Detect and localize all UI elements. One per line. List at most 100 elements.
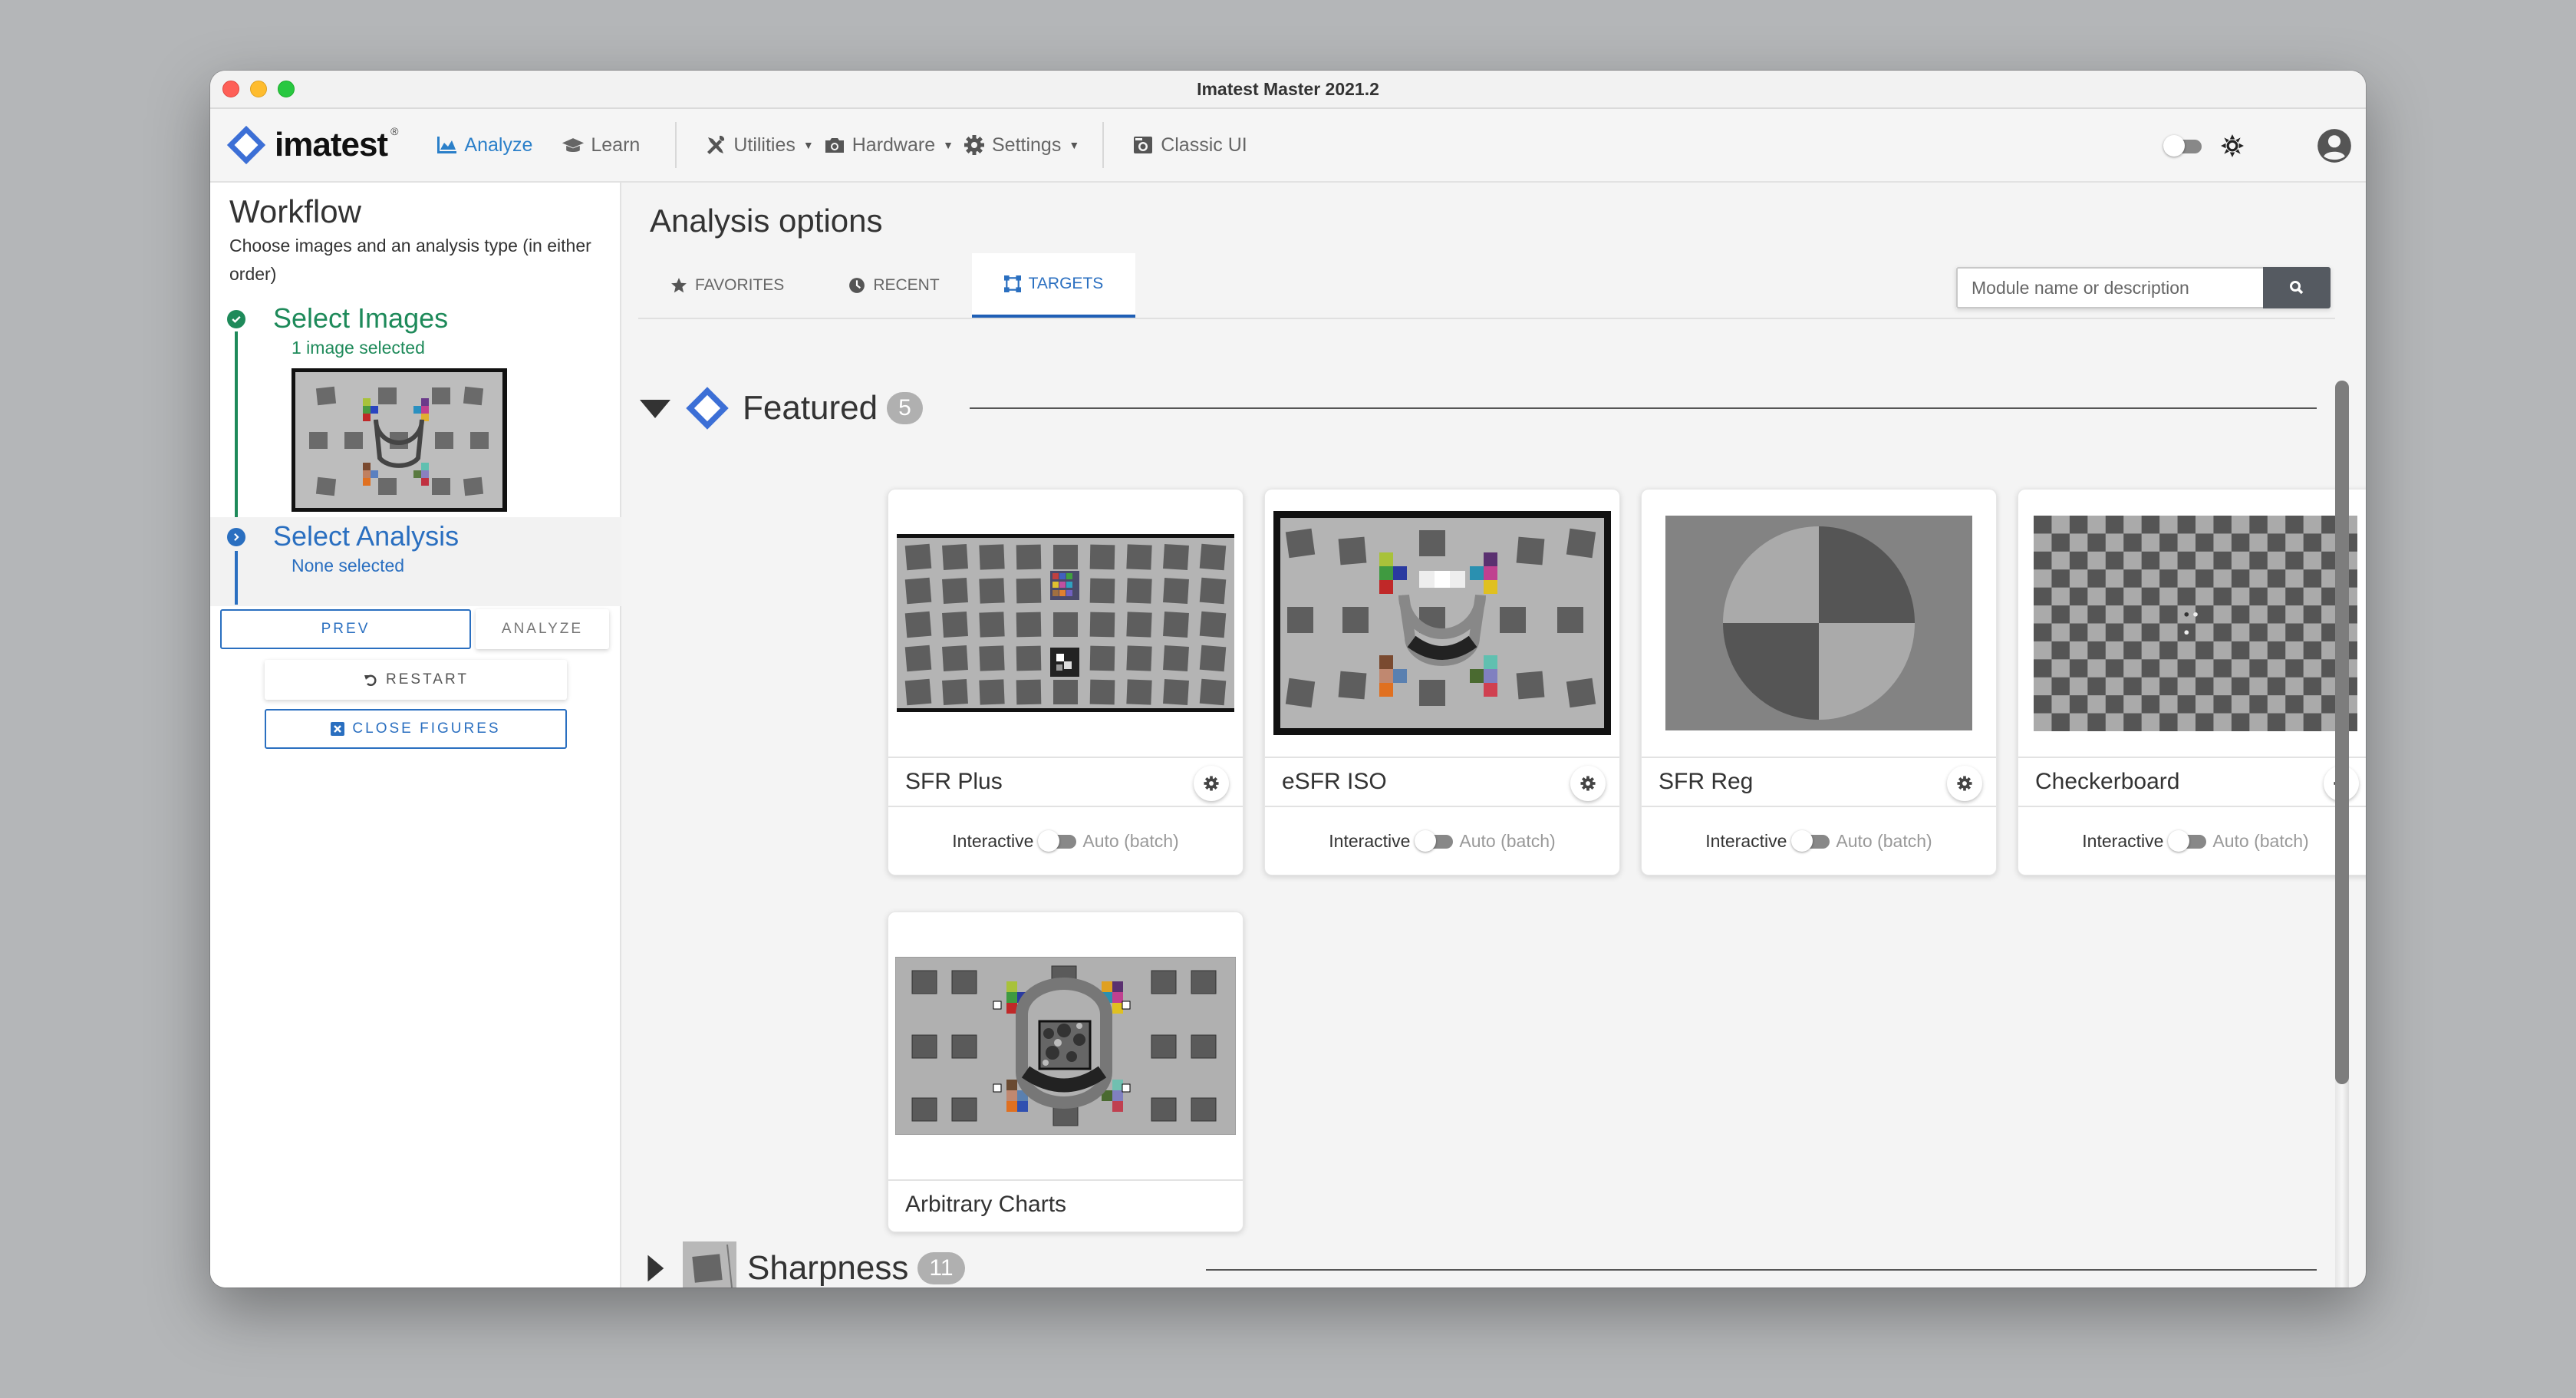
graduation-cap-icon [562,138,585,153]
module-search [1956,267,2331,308]
slanted-edge-square [942,679,968,705]
slanted-edge-square [904,678,932,706]
search-button[interactable] [2263,267,2331,308]
slanted-edge-square [1163,679,1189,705]
card-title: Checkerboard [2035,769,2180,794]
classic-camera-icon [1134,137,1153,153]
content-scrollbar[interactable] [2335,381,2349,1288]
module-card-esfr-iso[interactable]: eSFR ISO Interactive Auto (batch) [1264,489,1620,875]
slanted-edge-square [1163,645,1189,671]
maximize-window-button[interactable] [278,81,295,97]
clock-icon [849,278,865,293]
batch-mode-toggle[interactable] [1791,830,1831,852]
batch-mode-toggle[interactable] [1415,830,1454,852]
collapse-triangle-icon[interactable] [638,391,672,425]
scrollbar-thumb[interactable] [2335,381,2349,1084]
slanted-edge-square [1163,544,1189,570]
check-circle-icon [227,310,245,328]
slanted-edge-square [1089,612,1115,638]
menu-hardware[interactable]: Hardware ▼ [819,108,958,182]
tab-recent-label: RECENT [873,276,940,294]
restart-button[interactable]: RESTART [265,660,567,700]
app-window: Imatest Master 2021.2 imatest ® Analyze … [210,71,2366,1288]
user-avatar-icon[interactable] [2317,128,2352,163]
nav-analyze-label: Analyze [464,134,533,156]
close-window-button[interactable] [222,81,239,97]
slanted-edge-square [1016,612,1042,638]
card-title: SFR Plus [905,769,1003,794]
nav-analyze[interactable]: Analyze [430,108,537,182]
analyze-button[interactable]: ANALYZE [476,609,609,649]
module-settings-button[interactable] [1947,766,1982,801]
imatest-logo[interactable]: imatest ® [224,108,398,182]
prev-button[interactable]: PREV [220,609,471,649]
classic-ui-button[interactable]: Classic UI [1127,108,1252,182]
section-sharpness-title: Sharpness [747,1249,909,1287]
slanted-edge-square [942,612,968,638]
step-select-images[interactable]: Select Images [273,302,448,335]
module-settings-button[interactable] [1570,766,1606,801]
top-toolbar: imatest ® Analyze Learn Utilities ▼ Hard… [210,109,2366,183]
nav-learn[interactable]: Learn [557,108,644,182]
slanted-edge-square [1199,543,1227,571]
theme-toggle[interactable] [2163,135,2203,157]
card-title: Arbitrary Charts [905,1192,1067,1217]
window-controls [222,81,295,97]
title-bar: Imatest Master 2021.2 [210,71,2366,109]
card-name-row: Arbitrary Charts [888,1179,1243,1230]
slanted-edge-square [1126,544,1152,570]
card-name-row: eSFR ISO [1265,757,1619,807]
step-connector [235,331,238,519]
menu-utilities[interactable]: Utilities ▼ [700,108,818,182]
slanted-edge-square [1126,578,1152,604]
close-square-icon [331,722,345,736]
module-card-checkerboard[interactable]: Checkerboard Interactive Auto (batch) [2018,489,2366,875]
nav-learn-label: Learn [591,134,641,156]
module-card-arbitrary-charts[interactable]: Arbitrary Charts [888,912,1244,1232]
menu-settings[interactable]: Settings ▼ [958,108,1084,182]
tab-targets[interactable]: TARGETS [971,253,1136,318]
target-frame-icon [1003,275,1021,292]
restart-button-label: RESTART [386,671,469,687]
step-select-analysis[interactable]: Select Analysis [273,520,459,552]
slanted-edge-square [1016,645,1042,671]
slanted-edge-square [1126,612,1152,638]
slanted-edge-square [1016,578,1042,604]
module-card-sfr-plus[interactable]: SFR Plus Interactive Auto (batch) [888,489,1244,875]
toolbar-right [2163,109,2352,183]
section-divider [970,407,2317,409]
slanted-edge-square [1163,612,1189,638]
batch-mode-toggle[interactable] [2168,830,2208,852]
expand-triangle-icon[interactable] [638,1251,672,1285]
caret-down-icon: ▼ [1069,139,1080,151]
close-figures-button[interactable]: CLOSE FIGURES [265,709,567,749]
card-mode-switch: Interactive Auto (batch) [2018,807,2366,875]
tab-recent[interactable]: RECENT [816,253,971,318]
sun-icon[interactable] [2220,134,2245,158]
slanted-edge-square [904,645,932,672]
minimize-window-button[interactable] [250,81,267,97]
toolbar-divider [1102,122,1105,168]
card-thumbnail [888,490,1243,757]
section-featured-header[interactable]: Featured 5 [638,384,923,433]
area-chart-icon [437,137,457,153]
slanted-edge-square [979,645,1005,671]
selected-image-thumbnail[interactable] [292,368,507,512]
module-card-sfr-reg[interactable]: SFR Reg Interactive Auto (batch) [1641,489,1997,875]
module-settings-button[interactable] [1194,766,1229,801]
mode-auto-batch-label: Auto (batch) [1082,830,1179,851]
card-mode-switch: Interactive Auto (batch) [1265,807,1619,875]
analyze-button-label: ANALYZE [501,621,584,637]
chevron-right-circle-icon [227,528,245,546]
gear-icon [1957,776,1972,791]
section-sharpness-header[interactable]: Sharpness 11 [638,1241,965,1288]
search-input[interactable] [1956,267,2263,308]
slanted-edge-square [1089,645,1115,671]
workflow-description: Choose images and an analysis type (in e… [229,236,591,284]
slanted-edge-square [1053,612,1078,637]
card-thumbnail [1265,490,1619,757]
section-divider [1206,1269,2317,1271]
batch-mode-toggle[interactable] [1038,830,1078,852]
toolbar-divider [675,122,677,168]
tab-favorites[interactable]: FAVORITES [638,253,816,318]
